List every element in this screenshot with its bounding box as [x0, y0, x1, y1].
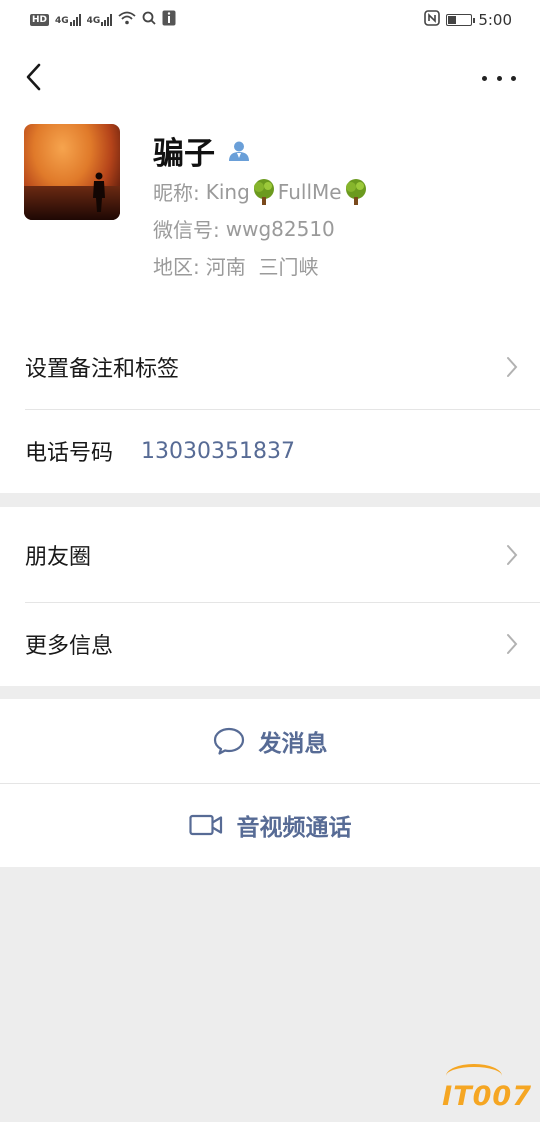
- cell-signal-1: 4G: [55, 14, 81, 26]
- chat-bubble-icon: [213, 727, 244, 755]
- remark-tags-row[interactable]: 设置备注和标签: [0, 325, 540, 409]
- hd-badge: HD: [30, 14, 50, 26]
- tree-emoji-icon: [253, 178, 274, 205]
- phone-number-link[interactable]: 13030351837: [141, 439, 295, 464]
- chevron-left-icon: [26, 63, 41, 91]
- profile-header: 骗子 昵称: King FullMe 微信号: wwg82510 地区: 河南 …: [0, 40, 540, 340]
- chevron-right-icon: [507, 357, 518, 377]
- nfc-icon: [424, 10, 441, 30]
- region-label: 地区:: [153, 255, 200, 279]
- nickname-label: 昵称:: [153, 181, 200, 205]
- video-call-button[interactable]: 音视频通话: [0, 783, 540, 867]
- more-info-row[interactable]: 更多信息: [0, 602, 540, 686]
- phone-label: 电话号码: [25, 441, 114, 466]
- wifi-icon: [118, 11, 136, 29]
- status-time: 5:00: [478, 11, 512, 29]
- search-icon: [142, 11, 156, 29]
- moments-label: 朋友圈: [25, 544, 92, 570]
- nickname-part1: King: [205, 179, 250, 204]
- send-message-button[interactable]: 发消息: [0, 699, 540, 783]
- status-left: HD 4G 4G: [30, 10, 176, 30]
- more-dots-icon: [482, 75, 487, 81]
- chevron-right-icon: [507, 634, 518, 654]
- nickname-part2: FullMe: [277, 179, 342, 204]
- contact-badge-icon: [229, 141, 249, 161]
- back-button[interactable]: [18, 60, 48, 94]
- wechat-id-line: 微信号: wwg82510: [153, 214, 335, 243]
- tree-emoji-icon-2: [345, 178, 366, 205]
- phone-row: 电话号码 13030351837: [0, 409, 540, 493]
- info-icon: [162, 10, 176, 30]
- contact-name: 骗子: [153, 136, 215, 172]
- avatar[interactable]: [24, 124, 120, 220]
- region-line: 地区: 河南 三门峡: [153, 251, 318, 280]
- chevron-right-icon: [507, 544, 518, 565]
- moments-row[interactable]: 朋友圈: [0, 507, 540, 602]
- section-actions: 发消息 音视频通话: [0, 699, 540, 867]
- video-camera-icon: [188, 814, 222, 836]
- watermark-logo: IT007: [442, 1081, 532, 1112]
- video-call-label: 音视频通话: [236, 815, 352, 841]
- status-right: 5:00: [424, 10, 512, 30]
- wechat-id-label: 微信号:: [153, 218, 220, 242]
- silhouette: [93, 172, 105, 212]
- status-bar: HD 4G 4G 5:00: [0, 0, 540, 40]
- cell-signal-2: 4G: [87, 14, 113, 26]
- more-info-label: 更多信息: [25, 634, 114, 659]
- wechat-id-value[interactable]: wwg82510: [226, 217, 335, 241]
- battery-icon: [446, 14, 476, 26]
- name-row: 骗子: [153, 128, 251, 173]
- nickname-line: 昵称: King FullMe: [153, 177, 370, 206]
- send-message-label: 发消息: [258, 731, 328, 757]
- more-button[interactable]: [482, 68, 516, 88]
- remark-tags-label: 设置备注和标签: [25, 357, 180, 382]
- section-moments: 朋友圈 更多信息: [0, 507, 540, 686]
- section-remark-phone: 设置备注和标签 电话号码 13030351837: [0, 325, 540, 493]
- region-value: 河南 三门峡: [205, 255, 319, 279]
